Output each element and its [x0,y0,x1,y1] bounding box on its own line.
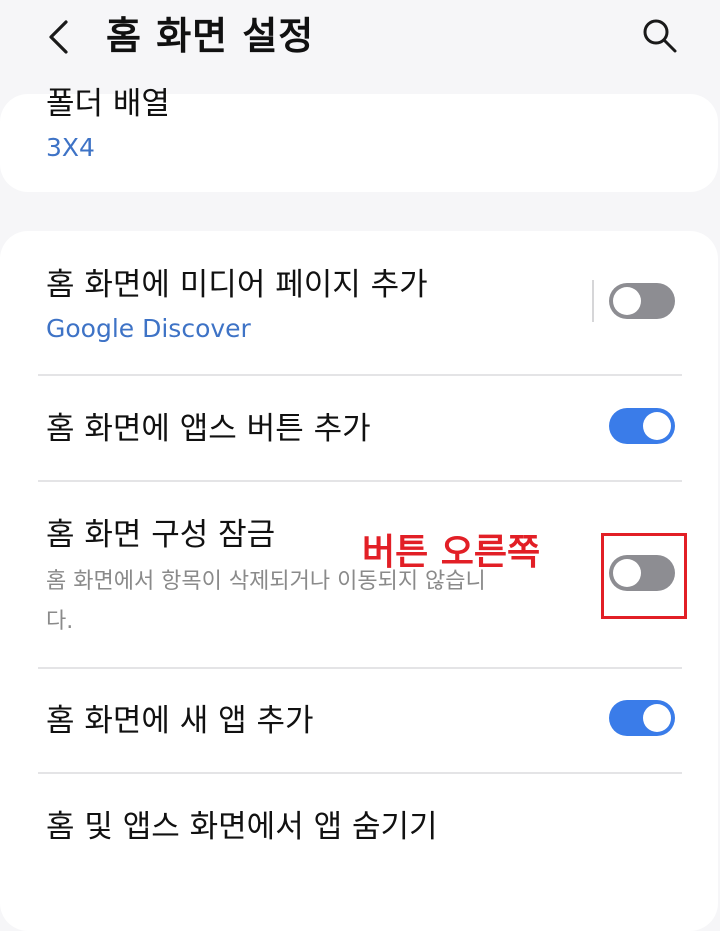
setting-row-add-new-apps[interactable]: 홈 화면에 새 앱 추가 [0,669,718,771]
annotation-label: 버튼 오른쪽 [362,532,541,573]
setting-title: 홈 화면 구성 잠금 [46,517,276,553]
search-button[interactable] [636,12,684,60]
setting-row-media-page[interactable]: 홈 화면에 미디어 페이지 추가 Google Discover [0,231,718,375]
back-button[interactable] [38,10,84,62]
setting-subtitle: Google Discover [46,314,251,343]
setting-row-hide-apps[interactable]: 홈 및 앱스 화면에서 앱 숨기기 [0,774,718,878]
folder-grid-value: 3X4 [46,133,95,162]
toggle-knob [643,412,671,440]
setting-title: 홈 화면에 새 앱 추가 [46,703,314,739]
annotation-highlight-box [601,533,687,619]
media-page-toggle[interactable] [609,283,675,319]
chevron-left-icon [49,20,68,54]
setting-row-apps-button[interactable]: 홈 화면에 앱스 버튼 추가 [0,376,718,480]
app-bar: 홈 화면 설정 [0,0,720,80]
page-title: 홈 화면 설정 [106,14,315,58]
setting-title: 홈 화면에 미디어 페이지 추가 [46,267,428,303]
folder-grid-title: 폴더 배열 [46,86,170,122]
folder-grid-card[interactable]: 폴더 배열 3X4 [0,86,718,192]
setting-title: 홈 화면에 앱스 버튼 추가 [46,411,371,447]
apps-button-toggle[interactable] [609,408,675,444]
setting-title: 홈 및 앱스 화면에서 앱 숨기기 [46,809,438,845]
toggle-knob [643,704,671,732]
search-icon [643,19,677,53]
toggle-knob [613,287,641,315]
vertical-divider [592,280,594,322]
add-new-apps-toggle[interactable] [609,700,675,736]
